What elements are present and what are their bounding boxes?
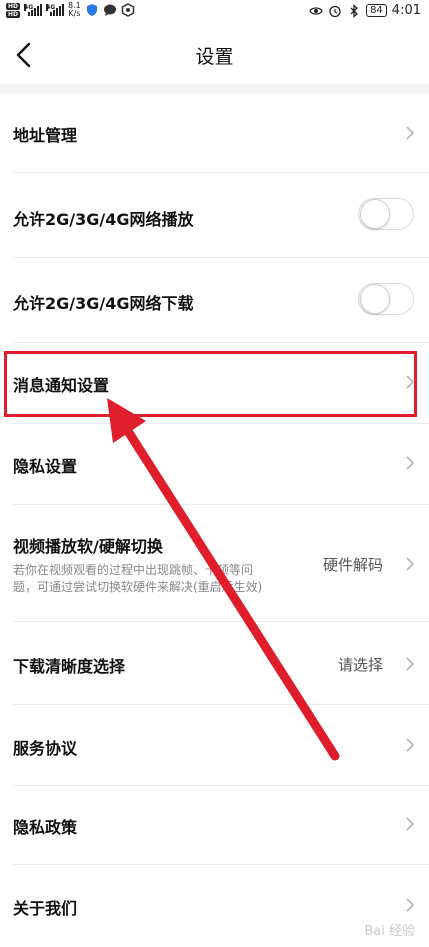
eye-icon: [309, 6, 323, 15]
bluetooth-icon: [350, 3, 359, 18]
network-download-toggle[interactable]: [358, 283, 414, 315]
clock-time: 4:01: [391, 3, 421, 18]
battery-indicator: 84: [366, 4, 387, 17]
settings-row-network-download: 允许2G/3G/4G网络下载: [0, 258, 429, 342]
chevron-right-icon: [406, 657, 415, 671]
decoder-description: 若你在视频观看的过程中出现跳帧、卡顿等问 题，可通过尝试切换软硬件来解决(重启后…: [13, 562, 313, 596]
toggle-knob: [360, 199, 390, 229]
settings-row-privacy[interactable]: 隐私设置: [0, 424, 429, 504]
status-bar: HD HD 4G 4G 8.1 K/s 84 4:01: [0, 0, 429, 26]
hd-badge-2: HD: [6, 10, 21, 18]
network-type-1: 4G: [24, 4, 34, 11]
chevron-right-icon: [406, 898, 415, 912]
row-label-network-play: 允许2G/3G/4G网络播放: [13, 210, 194, 229]
signal-icon-1: 4G: [24, 4, 43, 16]
settings-row-address[interactable]: 地址管理: [0, 94, 429, 172]
row-label-terms: 服务协议: [13, 739, 78, 758]
chevron-right-icon: [406, 557, 415, 571]
row-label-network-download: 允许2G/3G/4G网络下载: [13, 294, 194, 313]
settings-row-network-play: 允许2G/3G/4G网络播放: [0, 173, 429, 257]
shield-icon: [86, 4, 97, 16]
row-label-about: 关于我们: [13, 899, 78, 918]
network-play-toggle[interactable]: [358, 198, 414, 230]
chevron-right-icon: [406, 456, 415, 470]
chevron-right-icon: [406, 817, 415, 831]
message-icon: [103, 4, 116, 16]
chevron-right-icon: [406, 126, 415, 140]
settings-row-privacy-policy[interactable]: 隐私政策: [0, 786, 429, 864]
hd-badge-1: HD: [6, 2, 21, 10]
decoder-description-line1: 若你在视频观看的过程中出现跳帧、卡顿等问: [13, 563, 254, 577]
row-label-privacy-policy: 隐私政策: [13, 818, 78, 837]
network-speed-unit: K/s: [68, 9, 81, 18]
signal-icon-2: 4G: [46, 4, 65, 16]
row-label-privacy: 隐私设置: [13, 457, 78, 476]
hd-badges: HD HD: [6, 2, 21, 18]
network-type-2: 4G: [46, 4, 56, 11]
row-label-decoder: 视频播放软/硬解切换: [13, 537, 163, 556]
toggle-knob: [360, 284, 390, 314]
settings-row-decoder[interactable]: 视频播放软/硬解切换 若你在视频观看的过程中出现跳帧、卡顿等问 题，可通过尝试切…: [0, 505, 429, 621]
row-label-address: 地址管理: [13, 126, 78, 145]
highlight-box: [4, 351, 417, 417]
settings-row-download-quality[interactable]: 下载清晰度选择 请选择: [0, 622, 429, 704]
download-quality-value: 请选择: [337, 656, 383, 674]
header-separator: [0, 84, 429, 94]
top-app-bar: 设置: [0, 26, 429, 84]
decoder-value: 硬件解码: [322, 556, 383, 574]
decoder-description-line2: 题，可通过尝试切换软硬件来解决(重启后生效): [13, 580, 263, 594]
alarm-icon: [329, 5, 341, 17]
page-title: 设置: [195, 46, 234, 68]
network-speed: 8.1 K/s: [68, 2, 81, 18]
settings-row-terms[interactable]: 服务协议: [0, 705, 429, 785]
app-icon: [121, 3, 134, 17]
chevron-right-icon: [406, 738, 415, 752]
row-label-download-quality: 下载清晰度选择: [13, 657, 126, 676]
watermark: Bai 经验: [364, 924, 415, 939]
